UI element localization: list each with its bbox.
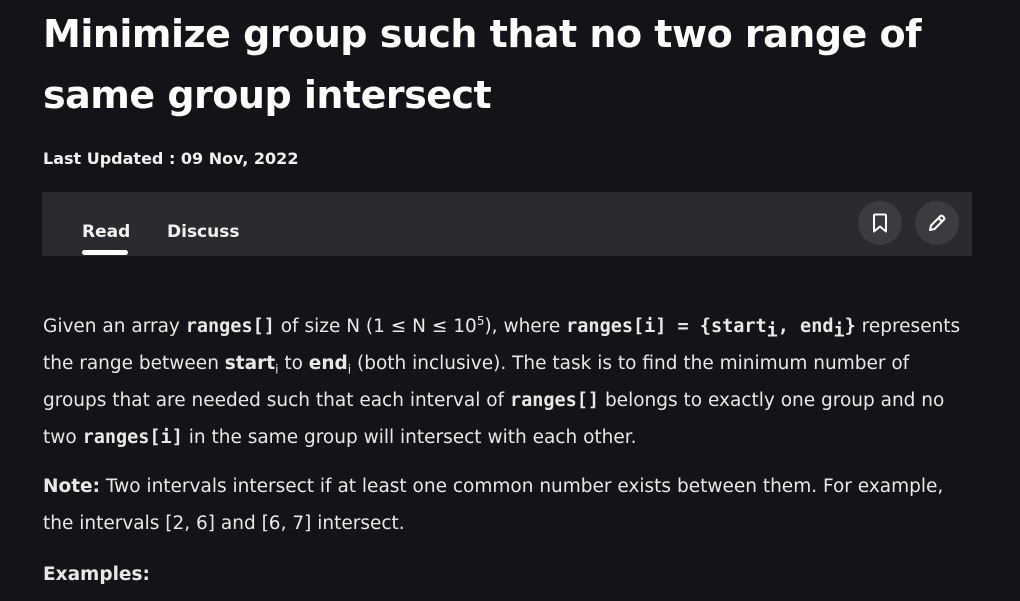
active-tab-indicator [82, 250, 128, 255]
code-ranges-array: ranges[] [185, 316, 275, 337]
article-body: Given an array ranges[] of size N (1 ≤ N… [43, 308, 973, 593]
text-segment: ), where [484, 316, 567, 337]
subscript: i [833, 320, 845, 342]
tab-read[interactable]: Read [82, 220, 130, 244]
article-tab-bar: Read Discuss [42, 192, 972, 256]
code-ranges-array: ranges[] [509, 390, 600, 411]
text-segment: in the same group will intersect with ea… [182, 427, 637, 448]
text-segment: Given an array [43, 316, 186, 337]
last-updated-date: Last Updated : 09 Nov, 2022 [43, 149, 299, 168]
page-title: Minimize group such that no two range of… [43, 12, 922, 117]
code-closing-brace: } [844, 316, 856, 337]
pencil-icon [929, 214, 946, 231]
tab-discuss[interactable]: Discuss [167, 220, 239, 244]
problem-statement: Given an array ranges[] of size N (1 ≤ N… [43, 308, 973, 456]
bold-start: start [224, 353, 276, 374]
note-text: Two intervals intersect if at least one … [43, 476, 944, 534]
note-label: Note: [43, 476, 100, 497]
code-ranges-definition: ranges[i] = {start [566, 316, 767, 337]
bookmark-button[interactable] [858, 201, 902, 245]
bookmark-icon [873, 213, 887, 233]
article-page: Minimize group such that no two range of… [0, 0, 1020, 601]
subscript: i [766, 320, 778, 342]
bold-end: end [308, 353, 348, 374]
examples-heading: Examples: [43, 564, 150, 585]
text-segment: of size N (1 ≤ N ≤ 10 [274, 316, 477, 337]
code-ranges-definition-end: , end [777, 316, 834, 337]
text-segment: to [278, 353, 309, 374]
code-ranges-item: ranges[i] [82, 427, 183, 448]
note-paragraph: Note: Two intervals intersect if at leas… [43, 468, 973, 542]
edit-button[interactable] [915, 201, 959, 245]
